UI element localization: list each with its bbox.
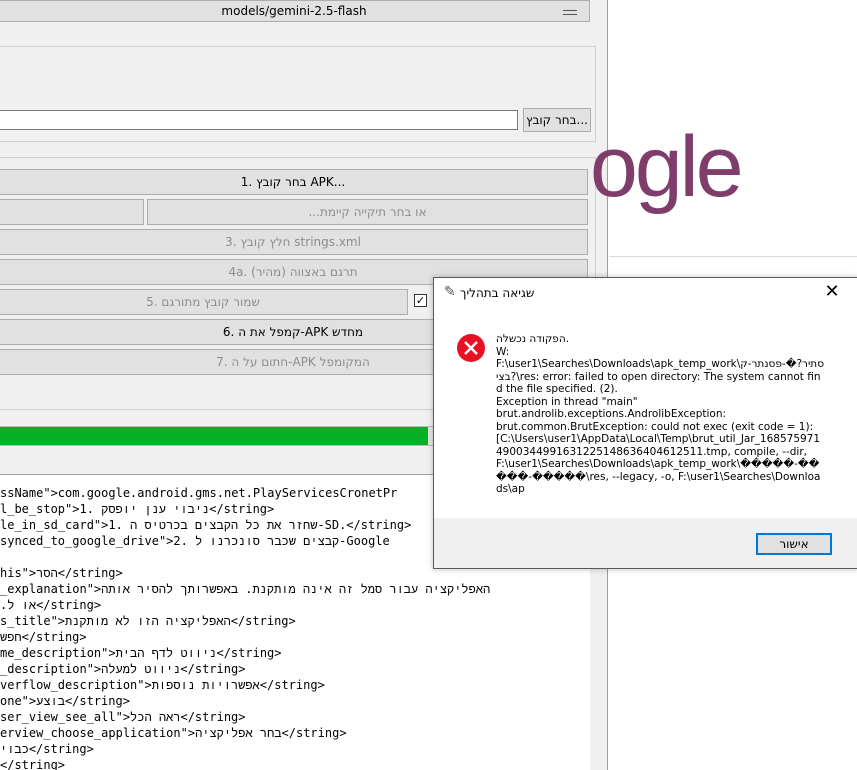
dialog-body: הפקודה נכשלה. W: F:\user1\Searches\Downl… [434, 309, 857, 518]
error-dialog: ✎ שגיאה בתהליך ✕ הפקודה נכשלה. W: F:\use… [433, 277, 857, 569]
close-icon[interactable]: ✕ [822, 282, 842, 302]
file-path-input[interactable] [0, 110, 518, 130]
error-message-line: brut.common.BrutException: could not exe… [496, 420, 814, 433]
code-line: חפש</string> [0, 630, 87, 644]
error-icon [457, 334, 485, 362]
code-line: me_description">ניווט לדף הבית</string> [0, 646, 282, 660]
feather-icon: ✎ [444, 284, 456, 300]
code-line: _explanation">האפליקציה עבור סמל זה אינה… [0, 582, 491, 596]
extract-strings-button[interactable]: 3. חלץ קובץ strings.xml [0, 229, 588, 255]
code-line: .או ל</string> [0, 598, 102, 612]
error-message-line: [C:\Users\user1\AppData\Local\Temp\brut_… [496, 433, 821, 495]
save-translated-button[interactable]: 5. שמור קובץ מתורגם [0, 289, 408, 315]
code-line: _description">ניווט למעלה</string> [0, 662, 246, 676]
code-line: ser_view_see_all">ראה הכל</string> [0, 710, 246, 724]
code-line: synced_to_google_drive">2. ‏קבצים שכבר ס… [0, 534, 390, 548]
error-message-line: brut.androlib.exceptions.AndrolibExcepti… [496, 408, 727, 420]
code-line: l_be_stop">1. ‏ניבוי ענן יופסק</string> [0, 502, 275, 516]
code-line: erview_choose_application">בחר אפליקציה<… [0, 726, 347, 740]
model-select[interactable]: models/gemini-2.5-flash [0, 0, 590, 22]
select-apk-button[interactable]: 1. בחר קובץ APK... [0, 169, 588, 195]
code-line: verflow_description">אפשרויות נוספות</st… [0, 678, 325, 692]
error-message: הפקודה נכשלה. W: F:\user1\Searches\Downl… [496, 333, 826, 496]
dialog-title: שגיאה בתהליך [460, 286, 535, 300]
code-line: </string> [0, 758, 66, 770]
code-line: s_title">האפליקציה הזו לא מותקנת</string… [0, 614, 296, 628]
code-line: his">הסר</string> [0, 566, 123, 580]
error-message-line: הפקודה נכשלה. [496, 333, 570, 345]
dropdown-indicator-icon [563, 10, 577, 15]
dialog-titlebar: ✎ שגיאה בתהליך ✕ [434, 278, 857, 309]
option-checkbox[interactable]: ✓ [414, 294, 427, 307]
code-line: le_in_sd_card">1. ‏שחזר את כל הקבצים בכר… [0, 518, 412, 532]
choose-file-button[interactable]: בחר קובץ... [523, 108, 591, 132]
error-message-line: Exception in thread "main" [496, 395, 638, 408]
progress-fill [0, 427, 429, 445]
model-select-value: models/gemini-2.5-flash [221, 4, 367, 18]
code-line: one">בוצע</string> [0, 694, 130, 708]
google-logo: ogle [590, 119, 744, 215]
error-message-line: W: [496, 345, 510, 358]
ok-button[interactable]: אישור [756, 533, 832, 555]
browser-divider [609, 256, 857, 257]
code-line: כבוי</string> [0, 742, 94, 756]
select-folder-button[interactable]: ...או בחר תיקייה קיימת [147, 199, 588, 225]
code-line: ssName">com.google.android.gms.net.PlayS… [0, 486, 398, 500]
blank-button[interactable] [0, 199, 144, 225]
error-message-line: F:\user1\Searches\Downloads\apk_temp_wor… [496, 358, 825, 395]
